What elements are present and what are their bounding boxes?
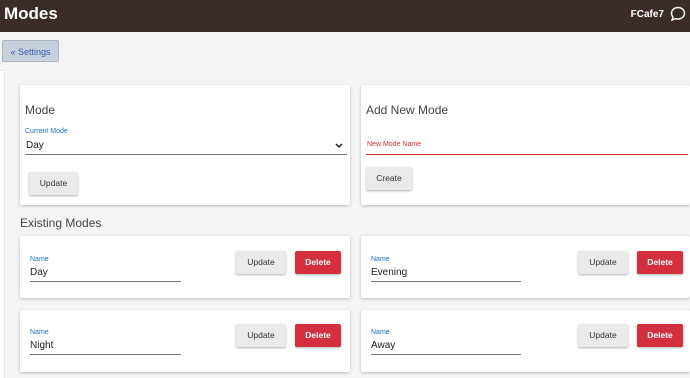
mode-update-button[interactable]: Update (236, 251, 286, 274)
mode-name-label: Name (371, 256, 390, 263)
new-mode-name-underline (366, 154, 688, 155)
app-header: Modes FCafe7 (0, 0, 690, 32)
page-title: Modes (4, 4, 58, 23)
mode-delete-button[interactable]: Delete (637, 251, 683, 274)
current-mode-underline (25, 154, 347, 155)
mode-item-card: Name Evening Update Delete (361, 236, 690, 298)
settings-back-button[interactable]: « Settings (2, 40, 59, 62)
mode-card: Mode Current Mode Day Update (20, 85, 350, 205)
mode-item-card: Name Night Update Delete (20, 310, 350, 372)
mode-item-card: Name Day Update Delete (20, 236, 350, 298)
toolbar: « Settings (0, 32, 690, 71)
hub-name: FCafe7 (630, 9, 664, 20)
mode-name-underline (30, 354, 181, 355)
existing-modes-title: Existing Modes (20, 216, 102, 230)
mode-update-button[interactable]: Update (236, 324, 286, 347)
mode-name-underline (371, 281, 521, 282)
mode-name-label: Name (371, 329, 390, 336)
mode-name-underline (371, 354, 521, 355)
mode-name-input[interactable]: Night (30, 340, 53, 351)
mode-name-label: Name (30, 329, 49, 336)
create-mode-button[interactable]: Create (366, 167, 412, 190)
mode-update-button[interactable]: Update (578, 324, 628, 347)
add-mode-title: Add New Mode (366, 103, 449, 117)
current-mode-label: Current Mode (25, 128, 68, 135)
mode-delete-button[interactable]: Delete (295, 324, 341, 347)
mode-name-input[interactable]: Evening (371, 267, 407, 278)
chat-bubble-icon[interactable] (670, 6, 686, 22)
mode-update-button[interactable]: Update (578, 251, 628, 274)
add-mode-card: Add New Mode New Mode Name Create (361, 85, 690, 205)
mode-card-title: Mode (25, 103, 56, 117)
mode-name-input[interactable]: Day (30, 267, 48, 278)
mode-name-underline (30, 281, 181, 282)
mode-name-label: Name (30, 256, 49, 263)
mode-delete-button[interactable]: Delete (295, 251, 341, 274)
mode-update-button[interactable]: Update (29, 172, 78, 195)
mode-name-input[interactable]: Away (371, 340, 395, 351)
mode-item-card: Name Away Update Delete (361, 310, 690, 372)
chevron-down-icon[interactable] (335, 143, 343, 149)
current-mode-select[interactable]: Day (26, 140, 44, 151)
mode-delete-button[interactable]: Delete (637, 324, 683, 347)
